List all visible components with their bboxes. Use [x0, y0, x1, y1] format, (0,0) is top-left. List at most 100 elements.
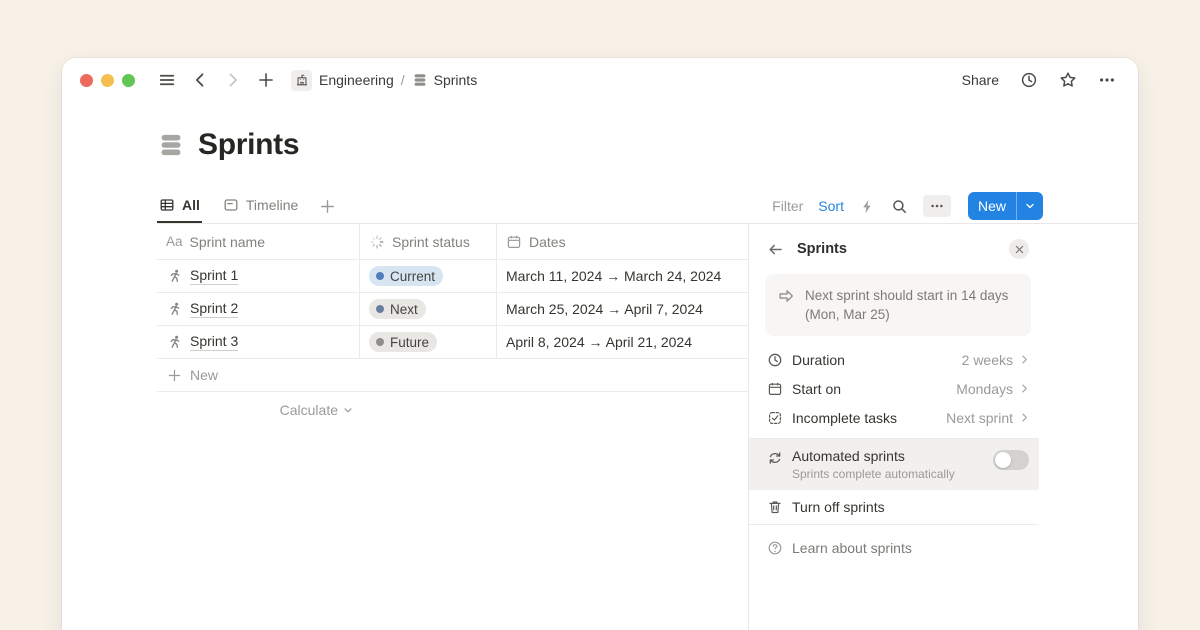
column-label: Dates	[529, 234, 566, 250]
status-label: Future	[390, 335, 429, 350]
status-dot	[376, 338, 384, 346]
tab-timeline[interactable]: Timeline	[221, 189, 300, 223]
date-range: March 25, 2024 → April 7, 2024	[506, 301, 703, 317]
tab-all[interactable]: All	[157, 189, 202, 223]
notice-line-2: (Mon, Mar 25)	[805, 305, 1008, 324]
dates-cell[interactable]: March 11, 2024 → March 24, 2024	[497, 260, 749, 292]
panel-header: Sprints	[767, 239, 1029, 259]
chevron-right-icon	[1018, 382, 1031, 395]
setting-label: Duration	[792, 352, 845, 368]
setting-duration[interactable]: Duration 2 weeks	[767, 345, 1031, 374]
close-panel-button[interactable]	[1009, 239, 1029, 259]
table-row: Sprint 1 Current March 11, 2024 → March …	[157, 260, 749, 293]
view-options-button[interactable]	[923, 195, 951, 217]
sort-button[interactable]: Sort	[818, 198, 844, 214]
traffic-light-zoom[interactable]	[122, 74, 135, 87]
forward-button[interactable]	[224, 71, 242, 89]
sprint-name-cell[interactable]: Sprint 2	[157, 293, 360, 325]
date-range: April 8, 2024 → April 21, 2024	[506, 334, 692, 350]
breadcrumb: Engineering / Sprints	[291, 70, 477, 91]
dates-cell[interactable]: April 8, 2024 → April 21, 2024	[497, 326, 749, 358]
panel-divider	[749, 524, 1039, 525]
turn-off-sprints-button[interactable]: Turn off sprints	[767, 490, 1031, 524]
page-database-icon[interactable]	[157, 131, 185, 159]
new-button[interactable]: New	[968, 192, 1016, 220]
status-cell[interactable]: Current	[360, 260, 497, 292]
sprint-page-link[interactable]: Sprint 1	[190, 267, 238, 285]
chevron-left-icon	[191, 71, 209, 89]
date-range: March 11, 2024 → March 24, 2024	[506, 268, 721, 284]
automated-sprints-label: Automated sprints	[792, 448, 955, 464]
favorite-star-icon[interactable]	[1059, 71, 1077, 89]
filter-button[interactable]: Filter	[772, 198, 803, 214]
status-label: Next	[390, 302, 418, 317]
automated-sprints-row[interactable]: Automated sprints Sprints complete autom…	[749, 439, 1039, 490]
sprint-name-cell[interactable]: Sprint 3	[157, 326, 360, 358]
turn-off-label: Turn off sprints	[792, 499, 885, 515]
status-badge[interactable]: Next	[369, 299, 426, 319]
column-label: Sprint name	[190, 234, 265, 250]
table-grid-icon	[159, 197, 175, 213]
status-cell[interactable]: Future	[360, 326, 497, 358]
setting-start-on[interactable]: Start on Mondays	[767, 374, 1031, 403]
trash-icon	[767, 499, 783, 515]
status-badge[interactable]: Future	[369, 332, 437, 352]
desktop-background: Engineering / Sprints Share	[0, 0, 1200, 630]
automations-bolt-icon[interactable]	[859, 198, 876, 215]
search-icon[interactable]	[891, 198, 908, 215]
setting-incomplete-tasks[interactable]: Incomplete tasks Next sprint	[767, 403, 1031, 432]
sprints-table: Aa Sprint name Sprint status Dates	[157, 224, 749, 428]
hamburger-icon	[158, 71, 176, 89]
share-button[interactable]: Share	[962, 72, 999, 88]
sprint-page-link[interactable]: Sprint 2	[190, 300, 238, 318]
breadcrumb-page[interactable]: Sprints	[434, 72, 478, 88]
new-page-button[interactable]	[257, 71, 275, 89]
add-view-button[interactable]	[319, 198, 336, 215]
column-label: Sprint status	[392, 234, 470, 250]
new-button-group: New	[968, 192, 1043, 220]
back-button[interactable]	[191, 71, 209, 89]
running-person-icon	[166, 268, 183, 285]
sprint-page-link[interactable]: Sprint 3	[190, 333, 238, 351]
sidebar-toggle-button[interactable]	[158, 71, 176, 89]
status-dot	[376, 272, 384, 280]
setting-value: Mondays	[956, 381, 1013, 397]
panel-title: Sprints	[797, 241, 847, 257]
column-header-sprint-name[interactable]: Aa Sprint name	[157, 224, 360, 259]
status-cell[interactable]: Next	[360, 293, 497, 325]
learn-about-sprints-link[interactable]: Learn about sprints	[767, 533, 1031, 563]
traffic-light-close[interactable]	[80, 74, 93, 87]
page-title[interactable]: Sprints	[198, 128, 299, 162]
more-ellipsis-icon[interactable]	[1098, 71, 1116, 89]
sprint-name-cell[interactable]: Sprint 1	[157, 260, 360, 292]
status-label: Current	[390, 269, 435, 284]
new-row-label: New	[190, 367, 218, 383]
calendar-icon	[506, 234, 522, 250]
automated-sprints-toggle[interactable]	[993, 450, 1029, 470]
breadcrumb-team[interactable]: Engineering	[319, 72, 394, 88]
table-header-row: Aa Sprint name Sprint status Dates	[157, 224, 749, 260]
column-header-dates[interactable]: Dates	[497, 224, 749, 259]
toggle-knob	[995, 452, 1011, 468]
sprints-settings-panel: Sprints Next sprint should start in 14 d…	[748, 224, 1138, 630]
teamspace-icon	[291, 70, 312, 91]
status-badge[interactable]: Current	[369, 266, 443, 286]
app-window: Engineering / Sprints Share	[62, 58, 1138, 630]
new-row-button[interactable]: New	[157, 359, 749, 392]
topbar-actions: Share	[962, 71, 1116, 89]
dates-cell[interactable]: March 25, 2024 → April 7, 2024	[497, 293, 749, 325]
repeat-icon	[767, 450, 783, 466]
chevron-down-icon	[1024, 200, 1036, 212]
updates-clock-icon[interactable]	[1020, 71, 1038, 89]
calculate-label: Calculate	[280, 402, 338, 418]
back-arrow-icon[interactable]	[767, 241, 784, 258]
traffic-light-minimize[interactable]	[101, 74, 114, 87]
question-circle-icon	[767, 540, 783, 556]
column-header-sprint-status[interactable]: Sprint status	[360, 224, 497, 259]
new-dropdown-button[interactable]	[1016, 192, 1043, 220]
chevron-down-icon	[342, 404, 354, 416]
ellipsis-icon	[929, 198, 945, 214]
calculate-button[interactable]: Calculate	[157, 392, 360, 428]
table-row: Sprint 2 Next March 25, 2024 → April 7, …	[157, 293, 749, 326]
setting-value: 2 weeks	[962, 352, 1013, 368]
